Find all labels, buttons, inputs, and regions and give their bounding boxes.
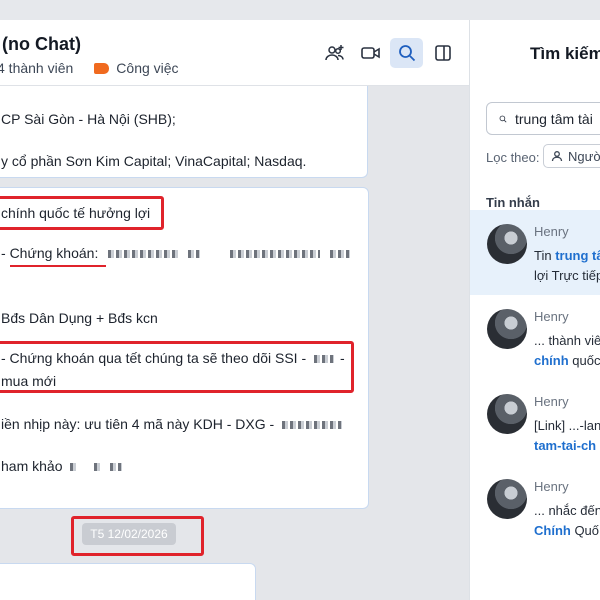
message-text: Chứng khoán: bbox=[9, 245, 99, 261]
snippet-highlight: chính bbox=[534, 353, 569, 368]
avatar bbox=[487, 309, 527, 349]
message-text: ham khảo bbox=[1, 458, 128, 474]
message-text: - Chứng khoán: bbox=[1, 245, 356, 261]
chat-title: (no Chat) bbox=[2, 34, 81, 54]
redacted-text bbox=[70, 463, 79, 472]
result-sender: Henry bbox=[534, 224, 569, 239]
filter-chip-label: Người bbox=[568, 148, 600, 164]
result-snippet: ... thành viê bbox=[534, 333, 600, 348]
filter-label: Lọc theo: bbox=[486, 150, 540, 165]
redacted-text bbox=[230, 250, 320, 259]
result-sender: Henry bbox=[534, 394, 569, 409]
avatar bbox=[487, 224, 527, 264]
search-icon bbox=[499, 115, 507, 122]
redacted-text bbox=[110, 463, 123, 472]
avatar bbox=[487, 479, 527, 519]
redacted-text bbox=[108, 250, 179, 259]
redacted-text bbox=[282, 421, 343, 430]
tag-icon bbox=[94, 62, 110, 74]
result-snippet: [Link] ...-lan bbox=[534, 418, 600, 433]
result-sender: Henry bbox=[534, 479, 569, 494]
message-text: y cổ phần Sơn Kim Capital; VinaCapital; … bbox=[1, 153, 307, 169]
side-panel-icon[interactable] bbox=[426, 38, 459, 68]
message-bubble[interactable] bbox=[0, 563, 256, 600]
search-result[interactable]: Henry ... thành viê chính quốc bbox=[470, 295, 600, 380]
search-input[interactable] bbox=[515, 110, 600, 127]
search-result[interactable]: Henry ... nhắc đến Chính Quố bbox=[470, 465, 600, 550]
result-snippet: ... nhắc đến bbox=[534, 503, 600, 518]
section-label-messages: Tin nhắn bbox=[486, 195, 540, 210]
member-count[interactable]: 4 thành viên bbox=[0, 60, 73, 76]
avatar bbox=[487, 394, 527, 434]
snippet-text: Tin bbox=[534, 248, 556, 263]
redacted-text bbox=[329, 250, 350, 259]
chat-header: (no Chat) 4 thành viên Công việc bbox=[0, 20, 469, 86]
search-panel: Tìm kiếm Lọc theo: Người Tin nhắn Henry … bbox=[469, 20, 600, 600]
result-sender: Henry bbox=[534, 309, 569, 324]
add-member-icon[interactable] bbox=[318, 38, 351, 68]
result-snippet: lợi Trực tiếp bbox=[534, 268, 600, 283]
panel-title: Tìm kiếm bbox=[530, 44, 600, 63]
message-text: CP Sài Gòn - Hà Nội (SHB); bbox=[1, 111, 176, 127]
result-snippet: tam-tai-ch bbox=[534, 438, 596, 453]
message-text: iền nhịp này: ưu tiên 4 mã này KDH - DXG… bbox=[1, 416, 348, 432]
message-text: ham khảo bbox=[1, 458, 63, 474]
search-result[interactable]: Henry [Link] ...-lan tam-tai-ch bbox=[470, 380, 600, 465]
redacted-text bbox=[188, 250, 201, 259]
chat-subtitle: 4 thành viên Công việc bbox=[0, 60, 179, 76]
video-call-icon[interactable] bbox=[354, 38, 387, 68]
highlight-underline bbox=[10, 265, 106, 267]
snippet-text: quốc bbox=[568, 353, 600, 368]
search-box[interactable] bbox=[486, 102, 600, 135]
message-list[interactable]: CP Sài Gòn - Hà Nội (SHB); y cổ phần Sơn… bbox=[0, 86, 469, 600]
result-snippet: chính quốc bbox=[534, 353, 600, 368]
message-text: Bđs Dân Dụng + Bđs kcn bbox=[1, 310, 158, 326]
highlight-box bbox=[0, 196, 164, 230]
message-text: - bbox=[1, 245, 6, 261]
snippet-highlight: Chính bbox=[534, 523, 571, 538]
snippet-highlight: tam-tai-ch bbox=[534, 438, 597, 453]
redacted-text bbox=[94, 463, 101, 472]
result-snippet: Tin trung tâ bbox=[534, 248, 600, 263]
result-snippet: Chính Quố bbox=[534, 523, 599, 538]
search-icon[interactable] bbox=[390, 38, 423, 68]
search-result[interactable]: Henry Tin trung tâ lợi Trực tiếp bbox=[470, 210, 600, 295]
highlight-box bbox=[0, 341, 354, 393]
snippet-highlight: trung tâ bbox=[555, 248, 600, 263]
window-top-strip bbox=[0, 0, 600, 20]
user-icon bbox=[551, 151, 563, 162]
filter-chip-person[interactable]: Người bbox=[543, 144, 600, 168]
highlight-box bbox=[71, 516, 204, 556]
chat-tag-label[interactable]: Công việc bbox=[116, 60, 178, 76]
header-actions bbox=[318, 38, 459, 68]
snippet-text: Quố bbox=[570, 523, 600, 538]
message-bubble[interactable]: CP Sài Gòn - Hà Nội (SHB); y cổ phần Sơn… bbox=[0, 86, 368, 178]
message-text: iền nhịp này: ưu tiên 4 mã này KDH - DXG… bbox=[1, 416, 275, 432]
